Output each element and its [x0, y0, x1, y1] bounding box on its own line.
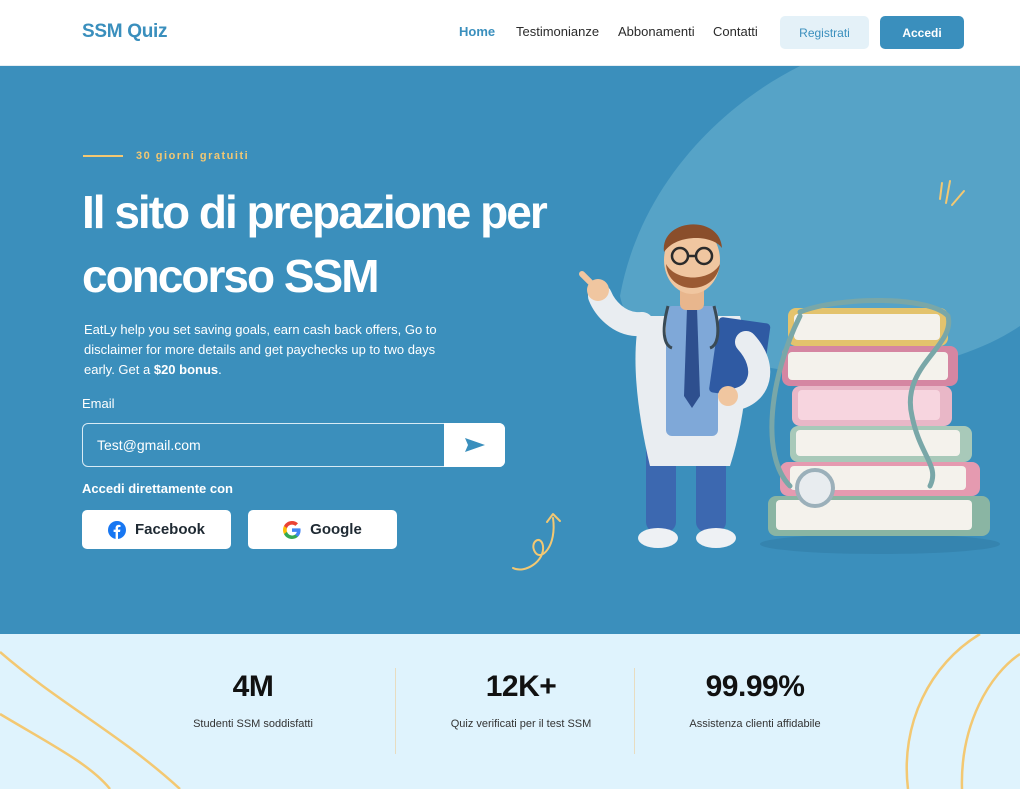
social-login-label: Accedi direttamente con	[82, 481, 233, 496]
stat-support: 99.99% Assistenza clienti affidabile	[635, 670, 875, 730]
facebook-login-button[interactable]: Facebook	[82, 510, 231, 549]
google-label: Google	[310, 521, 362, 538]
stat-quizzes: 12K+ Quiz verificati per il test SSM	[401, 670, 641, 730]
google-icon	[283, 520, 301, 539]
stat-label: Assistenza clienti affidabile	[689, 718, 821, 730]
stat-value: 99.99%	[705, 670, 805, 703]
facebook-icon	[107, 520, 126, 539]
email-label: Email	[82, 396, 115, 411]
send-arrow-icon	[464, 438, 485, 452]
nav-abbonamenti[interactable]: Abbonamenti	[618, 24, 695, 39]
hero-description-end: .	[218, 362, 222, 377]
hero-description-text: EatLy help you set saving goals, earn ca…	[84, 322, 437, 377]
logo[interactable]: SSM Quiz	[82, 21, 168, 43]
stat-divider	[395, 668, 396, 754]
doctor-books-illustration	[579, 224, 1000, 554]
hero-description-bonus: $20 bonus	[153, 362, 219, 377]
register-button[interactable]: Registrati	[780, 16, 869, 49]
stat-label: Quiz verificati per il test SSM	[450, 718, 592, 730]
google-login-button[interactable]: Google	[248, 510, 397, 549]
stats-section: 4M Studenti SSM soddisfatti 12K+ Quiz ve…	[0, 634, 1020, 789]
nav-home[interactable]: Home	[459, 24, 495, 39]
email-input[interactable]	[97, 424, 437, 466]
nav-testimonianze[interactable]: Testimonianze	[516, 24, 599, 39]
nav-contatti[interactable]: Contatti	[713, 24, 758, 39]
hero-description: EatLy help you set saving goals, earn ca…	[84, 320, 444, 380]
stat-value: 12K+	[485, 670, 557, 703]
stat-value: 4M	[232, 670, 274, 703]
stat-label: Studenti SSM soddisfatti	[193, 718, 313, 730]
stat-students: 4M Studenti SSM soddisfatti	[133, 670, 373, 730]
login-button[interactable]: Accedi	[880, 16, 964, 49]
tagline-divider	[83, 155, 123, 157]
top-navbar: SSM Quiz Home Testimonianze Abbonamenti …	[0, 0, 1020, 66]
send-button[interactable]	[444, 423, 505, 467]
email-form	[82, 423, 505, 467]
hero-section: 30 giorni gratuiti Il sito di prepazione…	[0, 66, 1020, 634]
facebook-label: Facebook	[134, 521, 206, 538]
hero-tagline: 30 giorni gratuiti	[136, 150, 250, 162]
